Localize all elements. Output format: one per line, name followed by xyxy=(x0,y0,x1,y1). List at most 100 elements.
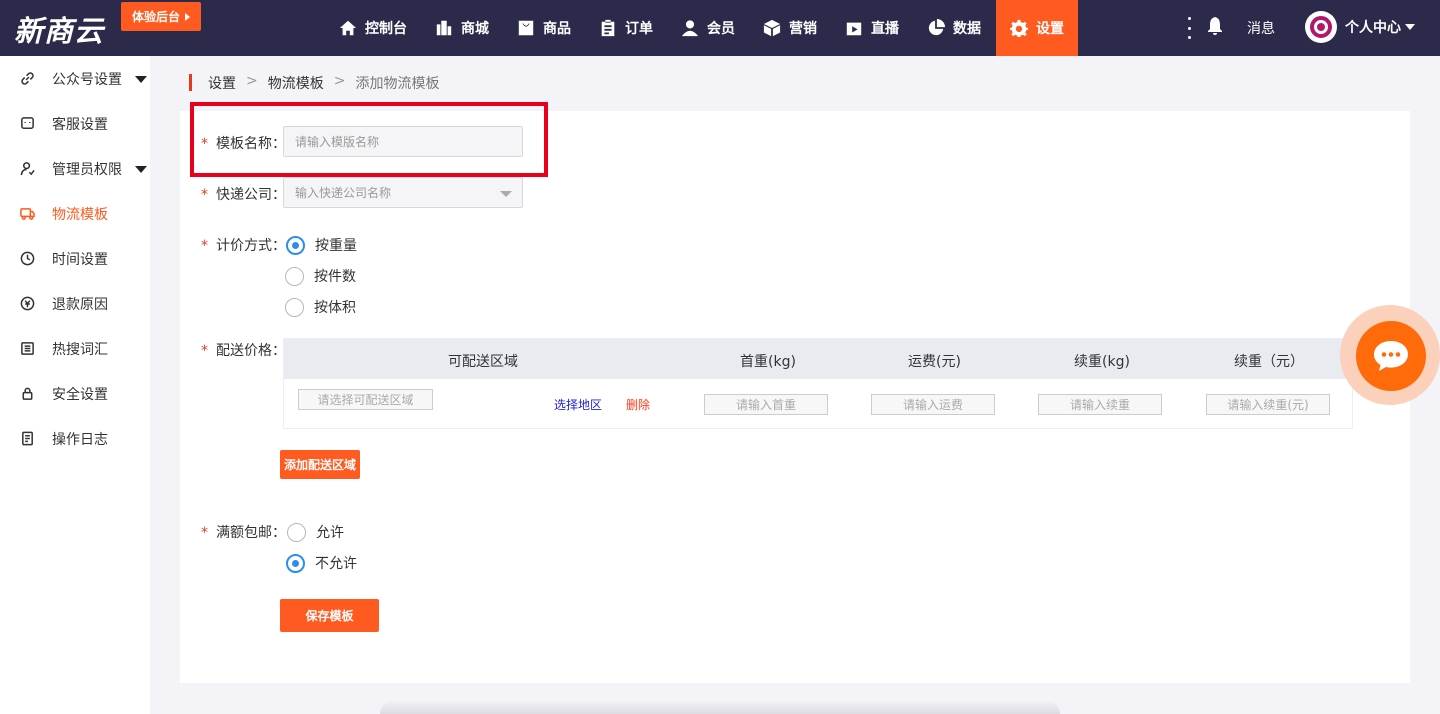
column-header: 首重(kg) xyxy=(740,354,796,370)
nav-marketing-label: 营销 xyxy=(789,21,817,37)
personal-center-menu[interactable]: 个人中心 xyxy=(1345,17,1415,37)
list-icon xyxy=(20,341,35,356)
more-menu-icon[interactable] xyxy=(1183,17,1195,39)
nav-settings[interactable]: 设置 xyxy=(996,0,1078,56)
avatar[interactable] xyxy=(1305,11,1337,43)
nav-members-label: 会员 xyxy=(707,21,735,37)
sidebar-item-refund-reasons[interactable]: 退款原因 xyxy=(0,281,150,326)
lock-icon xyxy=(20,386,35,401)
radio-label: 不允许 xyxy=(315,556,357,572)
user-icon xyxy=(681,20,699,37)
free-shipping-allow-radio[interactable]: 允许 xyxy=(287,522,344,542)
sidebar-item-hot-search-words[interactable]: 热搜词汇 xyxy=(0,326,150,371)
messages-link[interactable]: 消息 xyxy=(1247,18,1275,38)
bag-icon xyxy=(518,20,534,36)
sidebar-item-official-account[interactable]: 公众号设置 xyxy=(0,56,150,101)
required-asterisk: * xyxy=(201,187,208,203)
customer-chat-button[interactable] xyxy=(1356,321,1426,391)
pricing-by-weight-radio[interactable]: 按重量 xyxy=(286,235,357,255)
delivery-price-label-text: 配送价格： xyxy=(216,343,286,359)
nav-mall-label: 商城 xyxy=(461,21,489,37)
top-navigation-bar: 新商云 体验后台 控制台 商城 商品 订单 会员 营销 直播 数据 设置 消息 … xyxy=(0,0,1440,56)
sidebar-item-admin-permissions[interactable]: 管理员权限 xyxy=(0,146,150,191)
breadcrumb-separator: > xyxy=(333,73,346,89)
nav-data-label: 数据 xyxy=(953,21,981,37)
express-company-placeholder: 输入快递公司名称 xyxy=(295,186,392,200)
free-shipping-disallow-radio[interactable]: 不允许 xyxy=(286,553,357,573)
delivery-price-label: * 配送价格： xyxy=(201,340,286,360)
nav-orders-label: 订单 xyxy=(625,21,653,37)
trial-backend-button[interactable]: 体验后台 xyxy=(121,2,201,31)
required-asterisk: * xyxy=(201,525,208,541)
sidebar-item-security-settings[interactable]: 安全设置 xyxy=(0,371,150,416)
select-region-link[interactable]: 选择地区 xyxy=(554,396,602,413)
breadcrumb-accent-bar xyxy=(189,74,192,91)
extra-weight-input[interactable]: 请输入续重 xyxy=(1038,394,1162,415)
express-company-label: * 快递公司： xyxy=(201,184,286,204)
bell-icon[interactable] xyxy=(1207,17,1225,37)
breadcrumb-current: 添加物流模板 xyxy=(355,76,440,92)
nav-marketing[interactable]: 营销 xyxy=(763,0,817,56)
add-delivery-region-button[interactable]: 添加配送区域 xyxy=(280,450,360,479)
home-icon xyxy=(339,20,357,36)
sidebar-item-label: 时间设置 xyxy=(52,252,108,268)
highlight-annotation-box xyxy=(190,102,548,177)
pricing-by-piece-radio[interactable]: 按件数 xyxy=(285,266,356,286)
required-asterisk: * xyxy=(201,343,208,359)
sidebar-item-label: 安全设置 xyxy=(52,387,108,403)
chevron-down-icon[interactable] xyxy=(135,76,147,83)
nav-data[interactable]: 数据 xyxy=(927,0,981,56)
region-select-input[interactable]: 请选择可配送区域 xyxy=(298,389,433,410)
column-header: 运费(元) xyxy=(908,354,961,370)
nav-mall[interactable]: 商城 xyxy=(435,0,489,56)
play-icon xyxy=(846,22,862,36)
express-company-label-text: 快递公司： xyxy=(216,187,286,203)
nav-goods[interactable]: 商品 xyxy=(517,0,571,56)
truck-icon xyxy=(20,206,35,221)
delete-row-link[interactable]: 删除 xyxy=(626,396,650,413)
nav-live[interactable]: 直播 xyxy=(845,0,899,56)
sidebar-item-customer-service[interactable]: 客服设置 xyxy=(0,101,150,146)
sidebar-item-label: 退款原因 xyxy=(52,297,108,313)
nav-settings-label: 设置 xyxy=(1036,21,1064,37)
save-template-button[interactable]: 保存模板 xyxy=(280,599,379,632)
gear-icon xyxy=(1010,19,1028,37)
chevron-down-icon[interactable] xyxy=(135,166,147,173)
sidebar-item-label: 物流模板 xyxy=(52,207,108,223)
nav-console[interactable]: 控制台 xyxy=(339,0,407,56)
sidebar-item-time-settings[interactable]: 时间设置 xyxy=(0,236,150,281)
table-header: 可配送区域 首重(kg) 运费(元) 续重(kg) 续重（元） xyxy=(284,339,1352,379)
express-company-select[interactable]: 输入快递公司名称 xyxy=(283,177,523,208)
radio-label: 按体积 xyxy=(314,300,356,316)
freight-input[interactable]: 请输入运费 xyxy=(871,394,995,415)
extra-fee-input[interactable]: 请输入续重(元) xyxy=(1206,394,1330,415)
breadcrumb-settings[interactable]: 设置 xyxy=(208,73,236,93)
first-weight-input[interactable]: 请输入首重 xyxy=(704,394,828,415)
radio-label: 按件数 xyxy=(314,269,356,285)
nav-orders[interactable]: 订单 xyxy=(599,0,653,56)
brand-logo[interactable]: 新商云 xyxy=(14,8,104,50)
radio-checked-icon xyxy=(286,235,305,255)
box-icon xyxy=(763,19,781,37)
free-shipping-label-text: 满额包邮： xyxy=(216,525,286,541)
personal-center-label: 个人中心 xyxy=(1345,20,1401,36)
clock-icon xyxy=(20,251,35,266)
column-header: 续重(kg) xyxy=(1074,354,1130,370)
clipboard-icon xyxy=(601,19,615,37)
sidebar-item-operation-log[interactable]: 操作日志 xyxy=(0,416,150,461)
play-arrow-icon xyxy=(185,12,190,21)
column-header: 续重（元） xyxy=(1234,354,1304,370)
sidebar-item-label: 客服设置 xyxy=(52,117,108,133)
building-icon xyxy=(436,20,452,36)
radio-unchecked-icon xyxy=(287,522,306,542)
log-icon xyxy=(20,431,35,446)
radio-label: 允许 xyxy=(316,525,344,541)
settings-sidebar: 公众号设置 客服设置 管理员权限 物流模板 时间设置 退款原因 热搜词汇 安全设… xyxy=(0,56,150,714)
nav-members[interactable]: 会员 xyxy=(681,0,735,56)
sidebar-item-logistics-template[interactable]: 物流模板 xyxy=(0,191,150,236)
sidebar-item-label: 公众号设置 xyxy=(52,72,122,88)
pricing-by-volume-radio[interactable]: 按体积 xyxy=(285,297,356,317)
refund-icon xyxy=(20,296,35,311)
chat-bubble-icon xyxy=(1374,341,1408,371)
breadcrumb-logistics-template[interactable]: 物流模板 xyxy=(268,73,324,93)
